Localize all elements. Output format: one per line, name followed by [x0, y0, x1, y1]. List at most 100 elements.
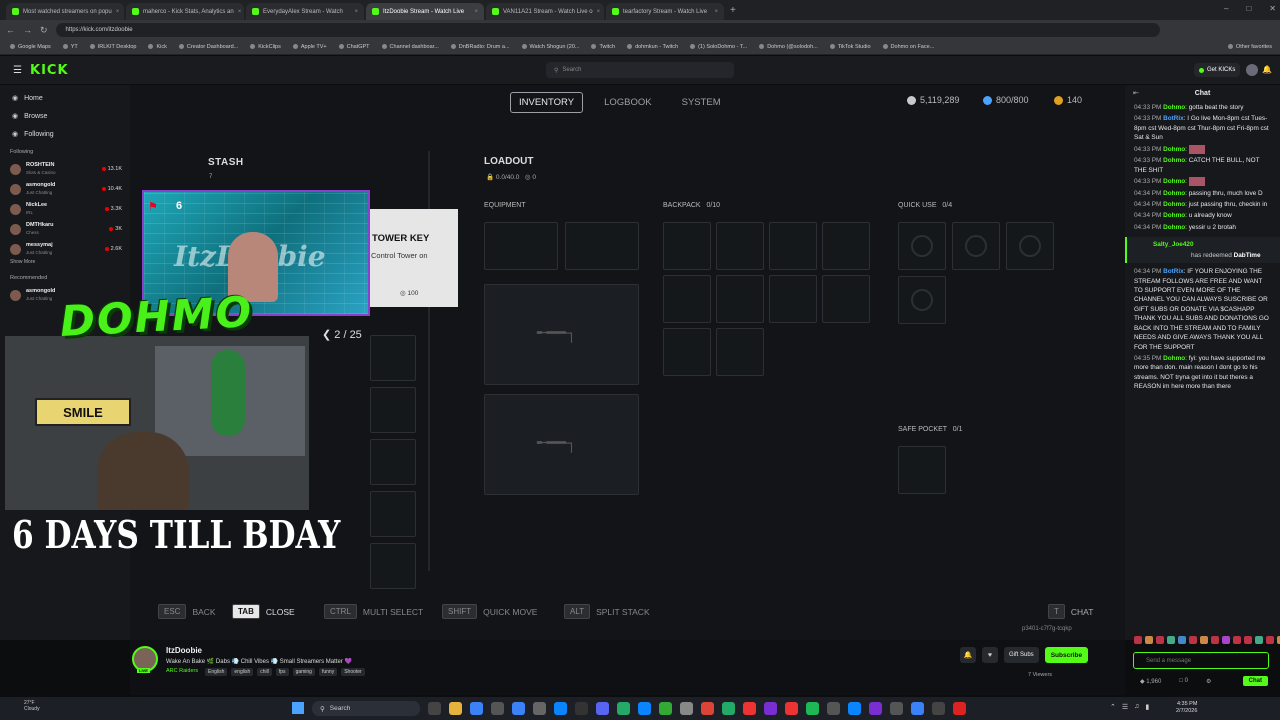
app-icon[interactable] [533, 702, 546, 715]
app-icon[interactable] [491, 702, 504, 715]
forward-icon[interactable]: → [23, 25, 32, 35]
app-icon[interactable] [512, 702, 525, 715]
bookmark-item[interactable]: Dohmo on Face... [883, 44, 935, 50]
bookmark-item[interactable]: Watch Shogun (20... [522, 44, 580, 50]
bookmark-item[interactable]: ChatGPT [339, 44, 370, 50]
app-icon[interactable] [722, 702, 735, 715]
collapse-chat-icon[interactable]: ⇤ [1133, 85, 1139, 103]
stream-tag[interactable]: funny [318, 668, 338, 676]
stream-tag[interactable]: gaming [292, 668, 315, 676]
stream-tag[interactable]: chill [257, 668, 272, 676]
notification-icon[interactable]: 🔔 [1262, 65, 1272, 74]
discord-icon[interactable] [596, 702, 609, 715]
message-user[interactable]: Dohmo [1163, 104, 1185, 111]
tab-logbook[interactable]: LOGBOOK [595, 92, 661, 113]
wifi-icon[interactable]: ☰ [1122, 703, 1128, 711]
stash-slot[interactable] [370, 543, 416, 589]
bookmark-item[interactable]: DnBRadio: Drum a... [451, 44, 510, 50]
sidebar-item-home[interactable]: ◉ Home [0, 89, 130, 107]
game-chat-button[interactable]: T CHAT [1048, 604, 1093, 619]
backpack-slot[interactable] [822, 275, 870, 323]
followed-channel[interactable]: ROSHTEIN Slots & Casino 13.1K [0, 159, 130, 179]
get-kicks-button[interactable]: Get KICKs [1194, 63, 1241, 77]
stream-tag[interactable]: English [205, 668, 228, 676]
clock[interactable]: 4:35 PM 2/7/2026 [1176, 701, 1197, 715]
message-user[interactable]: BotRix [1163, 115, 1184, 122]
bookmark-item[interactable]: Creator Dashboard... [179, 44, 238, 50]
message-user[interactable]: BotRix [1163, 268, 1184, 275]
tab-inventory[interactable]: INVENTORY [510, 92, 584, 113]
control-hint-close[interactable]: TAB CLOSE [232, 604, 295, 619]
browser-tab[interactable]: maherco - Kick Stats, Analytics an × [126, 3, 244, 20]
stream-tag[interactable]: Shooter [341, 668, 365, 676]
user-avatar[interactable] [1246, 64, 1258, 76]
backpack-slot[interactable] [716, 328, 764, 376]
bookmark-item[interactable]: Dohmo (@solodoh... [759, 44, 818, 50]
browser-tab[interactable]: EverydayAlex Stream - Watch × [246, 3, 364, 20]
stash-slot[interactable] [370, 387, 416, 433]
stash-slot[interactable] [370, 335, 416, 381]
tab-close-icon[interactable]: × [714, 9, 718, 15]
tab-system[interactable]: SYSTEM [673, 92, 730, 113]
tab-close-icon[interactable]: × [116, 9, 120, 15]
follow-heart-icon[interactable]: ♥ [982, 647, 998, 663]
bookmark-item[interactable]: KickClips [250, 44, 281, 50]
new-tab-icon[interactable]: + [730, 5, 736, 16]
followed-channel[interactable]: DMTHkaru Chess 3K [0, 219, 130, 239]
menu-icon[interactable]: ☰ [13, 65, 22, 76]
weather-widget[interactable]: 27°F Cloudy [24, 700, 40, 712]
other-favorites[interactable]: Other favorites [1228, 44, 1272, 50]
message-user[interactable]: Dohmo [1163, 212, 1185, 219]
stream-tag[interactable]: english [231, 668, 254, 676]
chat-settings-icon[interactable]: ⚙ [1206, 678, 1211, 685]
weapon-slot-2[interactable]: ╾━━┐ [484, 394, 639, 495]
volume-icon[interactable]: ♫ [1134, 703, 1139, 711]
reload-icon[interactable]: ↻ [40, 25, 48, 36]
bookmark-item[interactable]: Twitch [591, 44, 615, 50]
app-icon[interactable] [617, 702, 630, 715]
bookmark-item[interactable]: YT [63, 44, 78, 50]
backpack-slot[interactable] [716, 222, 764, 270]
tab-close-icon[interactable]: × [597, 9, 601, 15]
control-hint-back[interactable]: ESC BACK [158, 604, 216, 619]
sidebar-item-browse[interactable]: ◉ Browse [0, 107, 130, 125]
backpack-slot[interactable] [769, 222, 817, 270]
quick-use-slot[interactable] [898, 276, 946, 324]
message-user[interactable]: Dohmo [1163, 190, 1185, 197]
browser-tab[interactable]: VAN11A21 Stream - Watch Live o × [486, 3, 604, 20]
subscribe-button[interactable]: Subscribe [1044, 647, 1089, 663]
stash-slot[interactable] [370, 491, 416, 537]
followed-channel[interactable]: asmongold Just Chatting 10.4K [0, 179, 130, 199]
app-icon[interactable] [680, 702, 693, 715]
file-explorer-icon[interactable] [449, 702, 462, 715]
app-icon[interactable] [848, 702, 861, 715]
bookmark-item[interactable]: dohmkun - Twitch [627, 44, 678, 50]
bookmark-item[interactable]: Apple TV+ [293, 44, 327, 50]
message-user[interactable]: Dohmo [1163, 146, 1185, 153]
chevron-up-icon[interactable]: ⌃ [1110, 703, 1116, 711]
maximize-icon[interactable]: □ [1246, 4, 1251, 13]
app-icon[interactable] [575, 702, 588, 715]
backpack-slot[interactable] [663, 328, 711, 376]
followed-channel[interactable]: messymaj Just Chatting 2.6K [0, 239, 130, 259]
backpack-slot[interactable] [769, 275, 817, 323]
app-icon[interactable] [554, 702, 567, 715]
app-icon[interactable] [827, 702, 840, 715]
battery-icon[interactable]: ▮ [1145, 703, 1149, 711]
tab-close-icon[interactable]: × [354, 9, 358, 15]
app-icon[interactable] [932, 702, 945, 715]
app-icon[interactable] [638, 702, 651, 715]
backpack-slot[interactable] [822, 222, 870, 270]
backpack-slot[interactable] [663, 222, 711, 270]
message-user[interactable]: Dohmo [1163, 355, 1185, 362]
bookmark-item[interactable]: TikTok Studio [830, 44, 871, 50]
chat-send-button[interactable]: Chat [1242, 676, 1268, 686]
equipment-slot-shield[interactable] [565, 222, 639, 270]
task-view-icon[interactable] [428, 702, 441, 715]
chat-input[interactable]: Send a message [1133, 652, 1269, 669]
followed-channel[interactable]: NickLee IRL 3.3K [0, 199, 130, 219]
emote-row[interactable] [1134, 636, 1280, 644]
minimize-icon[interactable]: – [1224, 4, 1228, 13]
browser-tab[interactable]: Most watched streamers on popu × [6, 3, 124, 20]
chrome-icon[interactable] [701, 702, 714, 715]
